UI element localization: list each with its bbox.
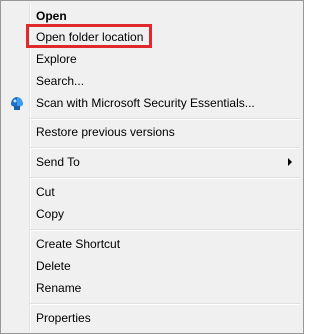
menu-separator <box>30 177 300 179</box>
menu-item-send-to[interactable]: Send To <box>4 151 300 173</box>
menu-item-label: Cut <box>36 185 55 199</box>
menu-item-rename[interactable]: Rename <box>4 277 300 299</box>
menu-item-cut[interactable]: Cut <box>4 181 300 203</box>
menu-item-label: Explore <box>36 52 77 66</box>
menu-separator <box>30 303 300 305</box>
menu-item-label: Restore previous versions <box>36 125 175 139</box>
menu-item-copy[interactable]: Copy <box>4 203 300 225</box>
submenu-arrow-icon <box>288 158 292 166</box>
menu-item-properties[interactable]: Properties <box>4 307 300 329</box>
menu-item-label: Delete <box>36 259 71 273</box>
microsoft-security-essentials-icon <box>9 95 25 111</box>
menu-item-label: Create Shortcut <box>36 237 121 251</box>
context-menu: Open Open folder location Explore Search… <box>0 0 304 334</box>
menu-item-label: Open folder location <box>36 30 144 44</box>
menu-separator <box>30 118 300 120</box>
menu-item-open-folder-location[interactable]: Open folder location <box>4 26 300 48</box>
menu-item-explore[interactable]: Explore <box>4 48 300 70</box>
menu-item-label: Scan with Microsoft Security Essentials.… <box>36 96 255 110</box>
menu-item-label: Send To <box>36 155 80 169</box>
menu-item-create-shortcut[interactable]: Create Shortcut <box>4 233 300 255</box>
menu-item-label: Properties <box>36 311 91 325</box>
menu-item-label: Rename <box>36 281 82 295</box>
menu-item-restore-previous-versions[interactable]: Restore previous versions <box>4 121 300 143</box>
menu-item-delete[interactable]: Delete <box>4 255 300 277</box>
menu-item-label: Copy <box>36 207 65 221</box>
menu-item-label: Open <box>36 9 67 23</box>
menu-item-open[interactable]: Open <box>4 5 300 27</box>
menu-item-scan-with-mse[interactable]: Scan with Microsoft Security Essentials.… <box>4 92 300 114</box>
menu-item-search[interactable]: Search... <box>4 70 300 92</box>
menu-separator <box>30 147 300 149</box>
menu-separator <box>30 229 300 231</box>
menu-item-label: Search... <box>36 74 85 88</box>
